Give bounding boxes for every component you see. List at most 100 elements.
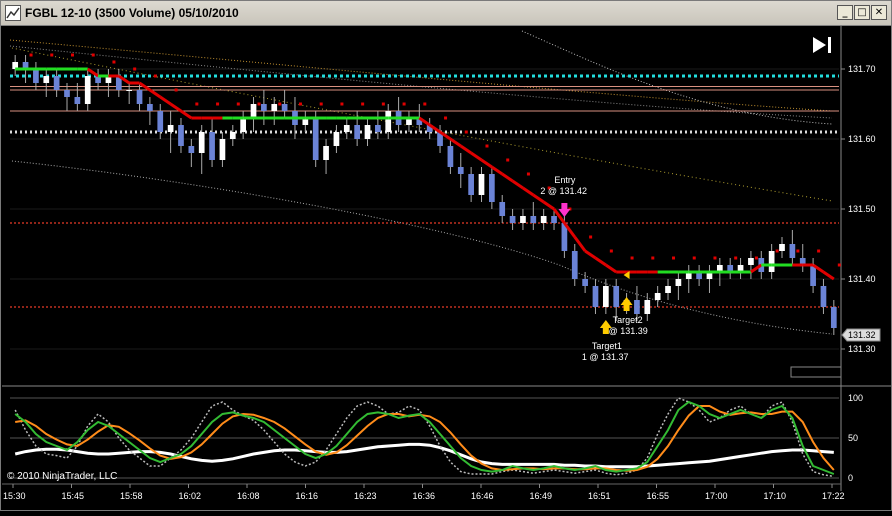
- candle-body: [468, 174, 474, 195]
- target1-price-label: 1 @ 131.37: [582, 352, 629, 362]
- candle: [530, 202, 537, 230]
- moving-average-segment: [511, 179, 524, 190]
- moving-average-segment: [449, 137, 462, 148]
- candle: [333, 125, 340, 153]
- moving-average-segment: [522, 186, 535, 197]
- candle: [53, 69, 60, 97]
- candle: [779, 237, 785, 258]
- candle: [810, 258, 816, 293]
- candle: [364, 118, 371, 146]
- candle-body: [281, 104, 288, 111]
- dotted-oscillator-line: [14, 397, 834, 478]
- candle-body: [385, 111, 392, 132]
- candle-body: [167, 125, 174, 132]
- moving-average-segment: [459, 144, 472, 155]
- ma-dot: [630, 256, 634, 260]
- candle-body: [250, 104, 257, 118]
- ma-dot: [70, 53, 74, 57]
- time-tick-label: 15:30: [3, 491, 26, 501]
- moving-average-segment: [180, 109, 193, 120]
- ma-dot: [817, 249, 821, 253]
- candle: [592, 279, 599, 314]
- price-tick-label: 131.60: [848, 134, 876, 144]
- candle: [12, 55, 19, 76]
- target2-price-label: @ 131.39: [609, 326, 648, 336]
- candle-body: [343, 125, 350, 132]
- candle-body: [364, 125, 371, 139]
- chart-area[interactable]: 131.70 131.60 131.50 131.40 131.30 131.32 Entr…: [2, 26, 891, 516]
- ma-dot: [133, 67, 137, 71]
- empty-box: [790, 366, 842, 378]
- price-tick-label: 131.50: [848, 204, 876, 214]
- candle-body: [53, 76, 60, 90]
- candle-body: [820, 286, 827, 307]
- candle-body: [209, 132, 215, 160]
- candle: [281, 90, 288, 118]
- ma-dot: [672, 256, 676, 260]
- time-tick-label: 15:58: [120, 491, 143, 501]
- price-chart-svg[interactable]: 131.70 131.60 131.50 131.40 131.30 131.32 Entr…: [2, 26, 891, 511]
- candle: [685, 265, 692, 293]
- price-tick-label: 131.40: [848, 274, 876, 284]
- lower-band-line: [11, 160, 833, 335]
- candle-body: [84, 76, 91, 104]
- candle: [727, 258, 734, 279]
- candle-body: [333, 132, 340, 146]
- candle-body: [644, 300, 651, 314]
- ma-dot: [837, 263, 841, 267]
- moving-average-segment: [501, 172, 514, 183]
- entry-price-label: 2 @ 131.42: [540, 186, 587, 196]
- candle: [406, 111, 412, 132]
- candle-body: [830, 307, 837, 328]
- candle: [540, 209, 547, 230]
- candle-body: [147, 104, 153, 111]
- candle: [157, 104, 164, 139]
- ma-dot: [651, 256, 655, 260]
- ma-dot: [713, 256, 717, 260]
- minimize-button[interactable]: _: [837, 5, 853, 20]
- time-tick-label: 16:55: [647, 491, 670, 501]
- candle: [354, 111, 360, 146]
- last-price-label: 131.32: [848, 330, 876, 340]
- moving-average-segment: [480, 158, 493, 169]
- candle-body: [43, 76, 50, 83]
- candle: [115, 69, 122, 97]
- ma-dot: [50, 53, 54, 57]
- candle-body: [157, 111, 164, 132]
- candle: [799, 244, 806, 272]
- ma-dot: [692, 256, 696, 260]
- candle: [178, 118, 184, 153]
- candle: [136, 83, 143, 111]
- ma-dot: [174, 88, 178, 92]
- candle-body: [634, 300, 640, 314]
- ma-dot: [526, 172, 530, 176]
- moving-average-segment: [470, 151, 483, 162]
- title-bar[interactable]: FGBL 12-10 (3500 Volume) 05/10/2010 _ □ …: [1, 1, 891, 26]
- ma-dot: [485, 144, 489, 148]
- candle: [375, 111, 381, 139]
- candle-body: [240, 118, 247, 132]
- ma-dot: [464, 130, 468, 134]
- chart-window: FGBL 12-10 (3500 Volume) 05/10/2010 _ □ …: [0, 0, 892, 511]
- candle-body: [654, 293, 661, 300]
- candle: [167, 111, 174, 153]
- candle-body: [768, 251, 775, 272]
- candle-body: [530, 216, 537, 223]
- ma-dot: [112, 60, 116, 64]
- close-button[interactable]: ✕: [871, 5, 887, 20]
- candle: [696, 265, 702, 286]
- ma-dot: [236, 102, 240, 106]
- candle-body: [665, 286, 671, 293]
- candle-body: [675, 279, 682, 286]
- candle-body: [540, 216, 547, 223]
- candle-body: [375, 125, 381, 132]
- time-tick-label: 16:51: [588, 491, 611, 501]
- ma-dot: [609, 249, 613, 253]
- maximize-button[interactable]: □: [854, 5, 870, 20]
- target1-label: Target1: [592, 341, 622, 351]
- candle-body: [312, 118, 319, 160]
- ma-dot: [216, 102, 220, 106]
- target-arrow-icon: [620, 297, 633, 311]
- ma-dot: [796, 249, 800, 253]
- candle: [602, 279, 609, 314]
